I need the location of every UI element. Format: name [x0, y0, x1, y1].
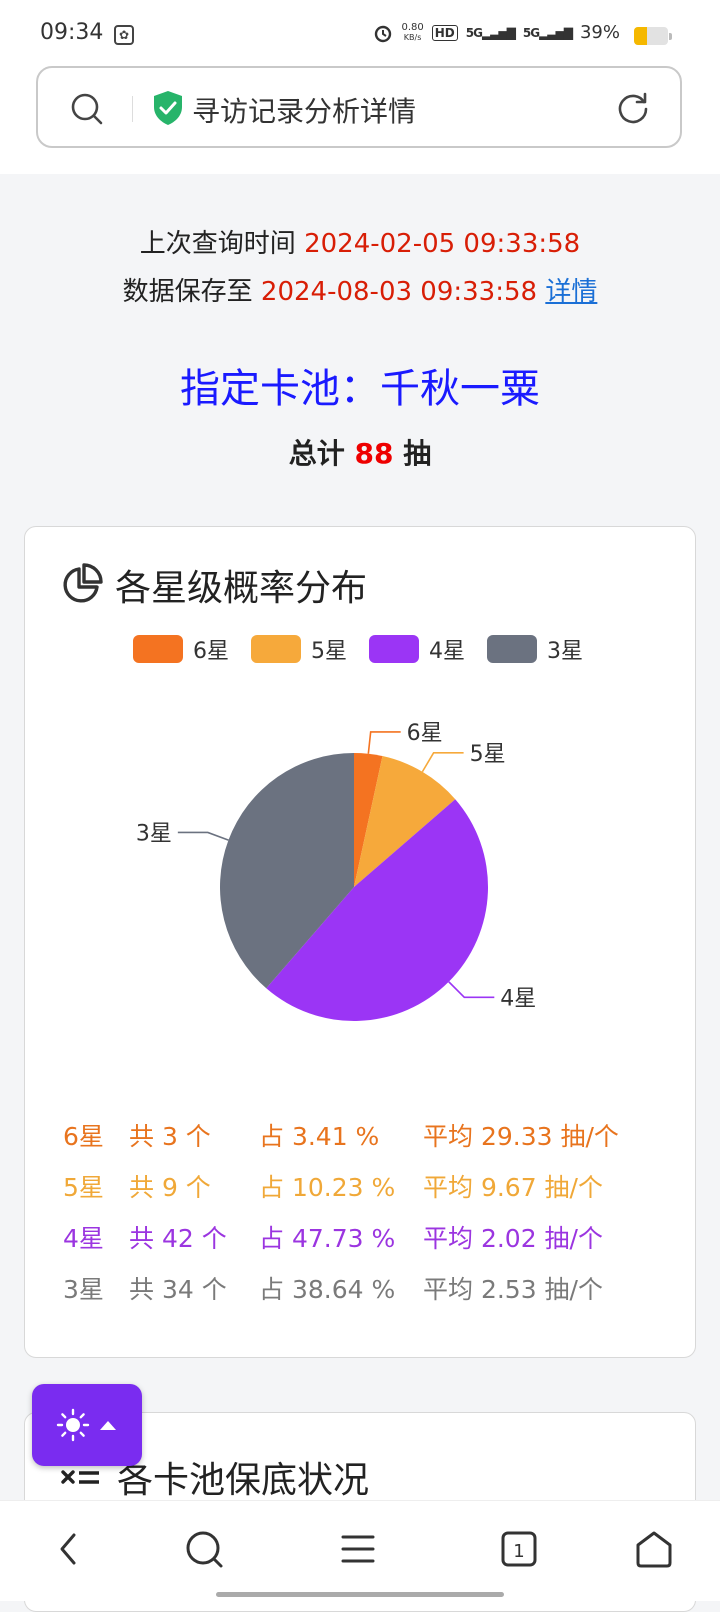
pie-leader-line [421, 752, 464, 773]
home-icon[interactable] [634, 1529, 674, 1569]
distribution-card: 各星级概率分布 6星 5星 4星 3星 6星 5星 4星 3星 6星共 3 个占 3.41 … [24, 526, 696, 1358]
divider [132, 96, 133, 122]
stat-avg: 平均 2.02 抽/个 [423, 1224, 603, 1253]
card-header: 各星级概率分布 [59, 559, 367, 611]
stat-star: 4星 [63, 1224, 104, 1253]
legend-label: 5星 [311, 639, 347, 664]
stat-star: 6星 [63, 1122, 104, 1151]
theme-toggle-button[interactable] [32, 1384, 142, 1466]
notification-icon: ✿ [114, 25, 134, 45]
hd-icon: HD [431, 24, 458, 41]
legend-label: 6星 [193, 639, 229, 664]
last-query-time: 2024-02-05 09:33:58 [304, 229, 581, 259]
stat-count: 共 42 个 [129, 1224, 227, 1253]
alarm-icon [375, 25, 392, 42]
legend-swatch [487, 635, 537, 663]
legend-item[interactable]: 3星 [487, 633, 583, 665]
stat-count: 共 3 个 [129, 1122, 211, 1151]
network-speed: 0.80 KB/s [401, 21, 424, 42]
stat-pct: 占 47.73 % [259, 1224, 396, 1253]
legend-label: 4星 [429, 639, 465, 664]
legend-item[interactable]: 5星 [251, 633, 347, 665]
pie-leader-line [448, 981, 495, 999]
pie-chart-icon [63, 563, 103, 603]
secure-shield-icon [154, 91, 182, 125]
search-icon[interactable] [70, 92, 104, 126]
stats-table: 6星共 3 个 占 3.41 % 平均 29.33 抽/个 5星共 9 个 占 10.2… [63, 1117, 683, 1321]
search-nav-icon[interactable] [184, 1529, 224, 1569]
saved-until-line: 数据保存至 2024-08-03 09:33:58 详情 [0, 268, 720, 316]
legend-label: 3星 [547, 639, 583, 664]
stat-pct: 占 3.41 % [259, 1122, 380, 1151]
pie-label: 3星 [136, 821, 172, 846]
status-time: 09:34 [40, 20, 104, 45]
browser-navbar: 1 [0, 1500, 720, 1601]
svg-text:1: 1 [513, 1541, 524, 1562]
signal-icon-1: 5G▂▃▅▇ [465, 25, 516, 40]
back-icon[interactable] [52, 1529, 84, 1569]
browser-header: 寻访记录分析详情 [0, 66, 720, 174]
pie-leader-line [367, 731, 401, 754]
stat-avg: 平均 2.53 抽/个 [423, 1275, 603, 1304]
sun-icon [56, 1408, 90, 1442]
pie-label: 4星 [500, 986, 536, 1011]
tabs-icon[interactable]: 1 [500, 1529, 538, 1569]
last-query-line: 上次查询时间 2024-02-05 09:33:58 [0, 220, 720, 268]
stat-row: 3星共 34 个 占 38.64 % 平均 2.53 抽/个 [63, 1270, 683, 1321]
stat-avg: 平均 29.33 抽/个 [423, 1122, 619, 1151]
saved-until-time: 2024-08-03 09:33:58 [260, 277, 538, 307]
total-prefix: 总计 [288, 437, 345, 470]
pie-label: 5星 [470, 742, 506, 767]
signal-icon-2: 5G▂▃▅▇ [522, 25, 573, 40]
reload-icon[interactable] [616, 90, 650, 124]
status-icons: 0.80 KB/s HD 5G▂▃▅▇ 5G▂▃▅▇ 39% [373, 22, 620, 43]
formula-icon [61, 1470, 99, 1484]
last-query-label: 上次查询时间 [139, 229, 296, 259]
legend-item[interactable]: 6星 [133, 633, 229, 665]
status-bar: 09:34 ✿ 0.80 KB/s HD 5G▂▃▅▇ 5G▂▃▅▇ 39% [0, 0, 720, 66]
total-pulls: 总计 88 抽 [0, 432, 720, 472]
stat-count: 共 9 个 [129, 1173, 211, 1202]
details-link[interactable]: 详情 [545, 277, 597, 307]
stat-row: 5星共 9 个 占 10.23 % 平均 9.67 抽/个 [63, 1168, 683, 1219]
caret-up-icon [100, 1421, 116, 1430]
chart-legend: 6星 5星 4星 3星 [133, 633, 583, 665]
query-meta: 上次查询时间 2024-02-05 09:33:58 数据保存至 2024-08… [0, 220, 720, 316]
card-title: 各星级概率分布 [115, 568, 368, 609]
stat-count: 共 34 个 [129, 1275, 227, 1304]
total-suffix: 抽 [403, 437, 432, 470]
legend-swatch [251, 635, 301, 663]
pie-chart: 6星 5星 4星 3星 [136, 721, 536, 1022]
saved-until-label: 数据保存至 [122, 277, 253, 307]
stat-star: 5星 [63, 1173, 104, 1202]
pie-leader-line [177, 831, 229, 841]
battery-percent: 39% [579, 22, 620, 43]
guarantee-title: 各卡池保底状况 [117, 1460, 370, 1501]
pool-title: 指定卡池：千秋一粟 [180, 366, 540, 412]
total-count: 88 [354, 437, 394, 470]
stat-pct: 占 10.23 % [259, 1173, 396, 1202]
legend-swatch [369, 635, 419, 663]
stat-row: 6星共 3 个 占 3.41 % 平均 29.33 抽/个 [63, 1117, 683, 1168]
stat-pct: 占 38.64 % [259, 1275, 396, 1304]
legend-item[interactable]: 4星 [369, 633, 465, 665]
home-indicator [216, 1592, 504, 1597]
pie-label: 6星 [407, 721, 443, 746]
page-title: 寻访记录分析详情 [192, 95, 417, 128]
legend-swatch [133, 635, 183, 663]
stat-avg: 平均 9.67 抽/个 [423, 1173, 603, 1202]
address-bar[interactable]: 寻访记录分析详情 [36, 66, 682, 148]
stat-star: 3星 [63, 1275, 104, 1304]
battery-icon [634, 27, 672, 45]
stat-row: 4星共 42 个 占 47.73 % 平均 2.02 抽/个 [63, 1219, 683, 1270]
menu-icon[interactable] [340, 1529, 376, 1569]
